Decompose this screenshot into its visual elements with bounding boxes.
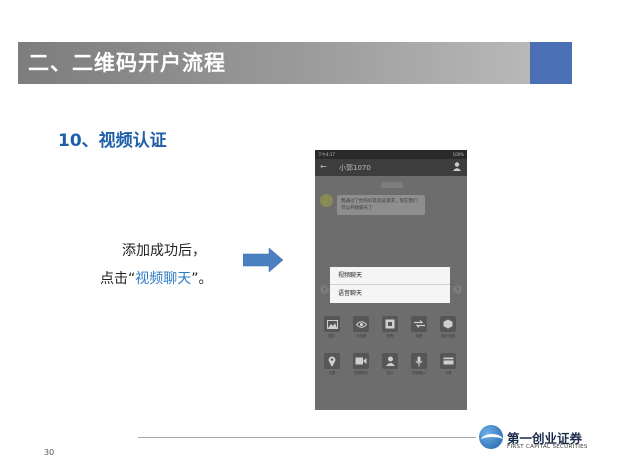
user-profile-icon[interactable]: [453, 162, 461, 171]
instruction-suffix: ”。: [191, 271, 213, 287]
tool-contact-card[interactable]: 名片: [379, 353, 401, 376]
tool-label: 转账: [415, 334, 423, 338]
video-chat-option[interactable]: 视频聊天: [330, 267, 450, 284]
chat-message-bubble: 我通过了你的好友验证请求，现在我们可以开始聊天了: [337, 195, 425, 215]
tool-label: 拍照: [386, 334, 394, 338]
camera-icon: [385, 319, 395, 329]
cube-icon: [443, 319, 453, 329]
phone-screenshot: 下午4:17 100% ← 小郭1070 我通过了你的好友验证请求，现在我们可以…: [315, 150, 467, 410]
location-icon: [328, 355, 336, 367]
company-logo-globe-icon: [479, 425, 503, 449]
video-icon: [355, 357, 367, 365]
transfer-icon: [413, 320, 425, 328]
tool-transfer[interactable]: 转账: [408, 316, 430, 339]
tool-label: 视频聊天: [354, 371, 368, 375]
card-icon: [443, 357, 453, 365]
footer-divider: [138, 437, 476, 438]
slide-title: 二、二维码开户流程: [28, 51, 226, 75]
contact-icon: [385, 356, 395, 366]
tool-label: 我的收藏: [441, 334, 455, 338]
tool-photo[interactable]: 拍照: [379, 316, 401, 339]
tool-label: 小视频: [355, 334, 367, 338]
section-heading: 10、视频认证: [58, 131, 167, 151]
page-number: 30: [44, 448, 55, 457]
voice-icon: [415, 356, 423, 366]
tool-label: 图片: [328, 334, 336, 338]
chevron-left-icon: ‹: [320, 285, 329, 294]
tool-label: 语音输入: [412, 371, 426, 375]
instruction-line-1: 添加成功后，: [122, 243, 206, 259]
chat-nav-bar: ← 小郭1070: [315, 159, 467, 176]
company-logo-subtitle: FIRST CAPITAL SECURITIES: [507, 444, 588, 450]
phone-status-bar: 下午4:17 100%: [315, 150, 467, 159]
contact-avatar[interactable]: [320, 194, 333, 207]
back-arrow-icon[interactable]: ←: [320, 162, 327, 171]
tool-label: 位置: [328, 371, 336, 375]
tool-voice-input[interactable]: 语音输入: [408, 353, 430, 376]
tool-label: 名片: [386, 371, 394, 375]
tool-image[interactable]: 图片: [321, 316, 343, 339]
status-battery: 100%: [452, 152, 464, 157]
video-chat-highlight: 视频聊天: [135, 271, 192, 287]
arrow-right-icon: [243, 248, 283, 272]
chat-contact-name: 小郭1070: [339, 164, 371, 172]
tool-video-chat[interactable]: 视频聊天: [350, 353, 372, 376]
chevron-right-icon: ›: [453, 285, 462, 294]
title-accent-block: [530, 42, 572, 84]
tool-label: 卡券: [444, 371, 452, 375]
tool-coupons[interactable]: 卡券: [437, 353, 459, 376]
image-icon: [326, 319, 338, 329]
instruction-prefix: 点击“: [100, 271, 136, 287]
instruction-line-2: 点击“视频聊天”。: [100, 268, 213, 288]
tool-favorites[interactable]: 我的收藏: [437, 316, 459, 339]
tool-short-video[interactable]: 小视频: [350, 316, 372, 339]
status-time: 下午4:17: [318, 152, 335, 157]
message-time-chip: [381, 182, 403, 188]
tool-location[interactable]: 位置: [321, 353, 343, 376]
voice-chat-option[interactable]: 语音聊天: [330, 284, 450, 302]
eye-icon: [355, 320, 367, 328]
chat-type-dialog: 视频聊天 语音聊天: [330, 267, 450, 303]
slide-title-bar: 二、二维码开户流程: [18, 42, 530, 84]
